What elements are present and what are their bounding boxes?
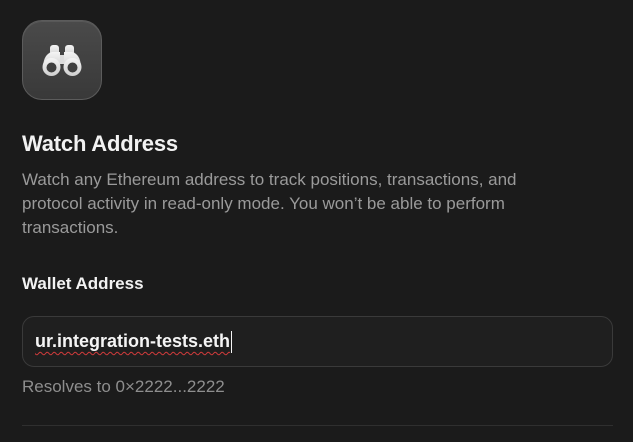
page-description: Watch any Ethereum address to track posi…: [22, 170, 517, 237]
resolved-address-hint: Resolves to 0×2222...2222: [22, 377, 225, 396]
binoculars-icon-tile: [22, 20, 102, 100]
binoculars-icon: [42, 45, 82, 76]
wallet-address-value[interactable]: ur.integration-tests.eth: [35, 331, 230, 352]
divider: [22, 425, 613, 426]
wallet-address-label: Wallet Address: [22, 274, 144, 293]
text-caret: [231, 330, 233, 353]
wallet-address-input[interactable]: ur.integration-tests.eth: [22, 316, 613, 367]
watch-address-panel: Watch Address Watch any Ethereum address…: [0, 0, 633, 442]
page-title: Watch Address: [22, 131, 178, 156]
